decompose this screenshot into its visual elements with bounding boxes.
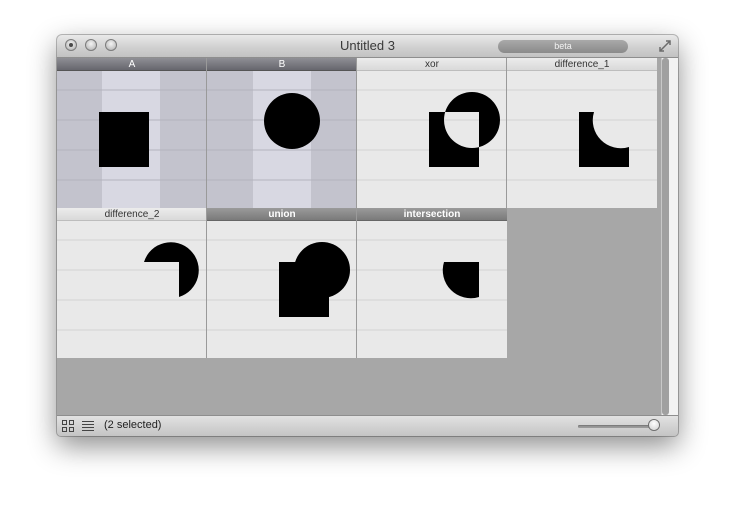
shape-intersection-canvas xyxy=(357,221,507,358)
list-view-icon[interactable] xyxy=(82,420,94,432)
cell-intersection[interactable]: intersection xyxy=(357,208,507,358)
cell-difference-1[interactable]: difference_1 xyxy=(507,58,657,208)
cell-union[interactable]: union xyxy=(207,208,357,358)
title-bar: Untitled 3 beta xyxy=(57,35,678,58)
beta-badge: beta xyxy=(498,40,628,53)
square-shape xyxy=(99,112,149,167)
shape-union-canvas xyxy=(207,221,357,358)
cell-xor[interactable]: xor xyxy=(357,58,507,208)
shape-a-canvas xyxy=(57,71,207,208)
cell-label: difference_2 xyxy=(57,208,207,221)
cell-label: union xyxy=(207,208,357,221)
vertical-scrollbar[interactable] xyxy=(661,58,678,415)
column-divider xyxy=(356,58,357,208)
column-divider xyxy=(206,58,207,208)
cell-b[interactable]: B xyxy=(207,58,357,208)
column-divider xyxy=(356,208,357,358)
cell-label: difference_1 xyxy=(507,58,657,71)
shape-difference-2-canvas xyxy=(57,221,207,358)
cell-label: B xyxy=(207,58,357,71)
circle-shape xyxy=(264,93,320,149)
selection-count: (2 selected) xyxy=(104,419,162,431)
app-window: Untitled 3 beta A B xor difference_1 dif… xyxy=(57,35,678,436)
cell-label: A xyxy=(57,58,207,71)
zoom-slider-knob[interactable] xyxy=(649,420,659,430)
shape-b-canvas xyxy=(207,71,357,208)
scrollbar-thumb[interactable] xyxy=(662,58,669,415)
cell-label: intersection xyxy=(357,208,507,221)
grid-view-icon[interactable] xyxy=(62,420,74,432)
shape-xor-canvas xyxy=(357,71,507,208)
column-divider xyxy=(206,208,207,358)
status-bar: (2 selected) xyxy=(57,415,678,436)
thumbnail-grid: A B xor difference_1 difference_2 union … xyxy=(57,58,661,415)
column-divider xyxy=(506,58,507,208)
cell-difference-2[interactable]: difference_2 xyxy=(57,208,207,358)
fullscreen-icon[interactable] xyxy=(657,38,673,54)
cell-a[interactable]: A xyxy=(57,58,207,208)
zoom-slider[interactable] xyxy=(578,425,654,428)
shape-difference-1-canvas xyxy=(507,71,657,208)
cell-label: xor xyxy=(357,58,507,71)
